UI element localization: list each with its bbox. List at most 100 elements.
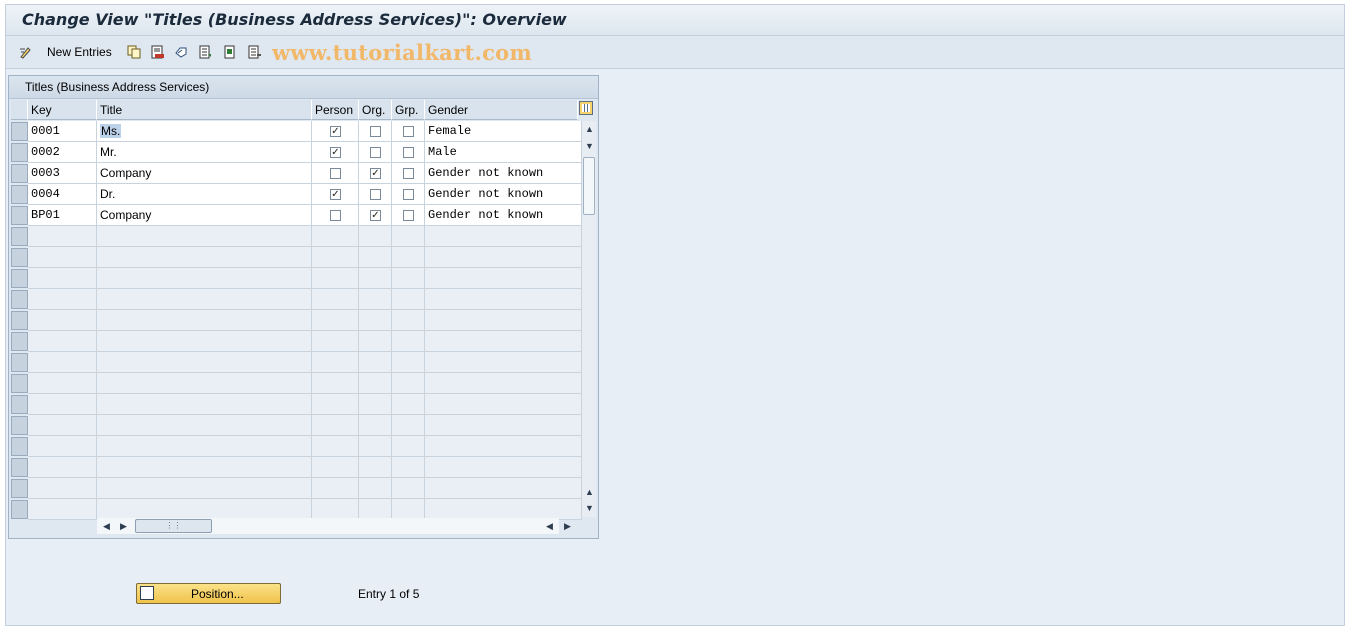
cell-gender[interactable] <box>425 499 582 520</box>
cell-person[interactable] <box>312 499 359 520</box>
row-selector[interactable] <box>11 458 28 477</box>
row-selector[interactable] <box>11 332 28 351</box>
cell-title[interactable]: Dr. <box>97 184 312 205</box>
cell-gender[interactable] <box>425 268 582 289</box>
cell-person[interactable] <box>312 436 359 457</box>
cell-key[interactable]: 0004 <box>28 184 97 205</box>
org-checkbox[interactable] <box>370 189 381 200</box>
column-header-gender[interactable]: Gender <box>425 100 578 120</box>
cell-key[interactable] <box>28 457 97 478</box>
cell-org[interactable] <box>359 289 392 310</box>
person-checkbox[interactable]: ✓ <box>330 189 341 200</box>
cell-person[interactable] <box>312 226 359 247</box>
cell-key[interactable] <box>28 268 97 289</box>
cell-org[interactable] <box>359 478 392 499</box>
cell-grp[interactable] <box>392 331 425 352</box>
cell-key[interactable] <box>28 226 97 247</box>
cell-key[interactable]: 0001 <box>28 121 97 142</box>
row-selector[interactable] <box>11 248 28 267</box>
select-block-icon[interactable] <box>224 45 238 59</box>
row-selector[interactable] <box>11 311 28 330</box>
cell-gender[interactable]: Gender not known <box>425 205 582 226</box>
cell-key[interactable] <box>28 499 97 520</box>
row-selector[interactable] <box>11 500 28 519</box>
cell-gender[interactable] <box>425 352 582 373</box>
person-checkbox[interactable] <box>330 168 341 179</box>
scroll-down-icon[interactable]: ▼ <box>585 141 594 151</box>
cell-person[interactable] <box>312 268 359 289</box>
cell-key[interactable] <box>28 373 97 394</box>
cell-person[interactable] <box>312 394 359 415</box>
row-selector[interactable] <box>11 143 28 162</box>
vertical-scrollbar[interactable]: ▲ ▼ ▲ ▼ <box>582 121 596 517</box>
cell-gender[interactable] <box>425 289 582 310</box>
cell-title[interactable] <box>97 373 312 394</box>
grp-checkbox[interactable] <box>403 210 414 221</box>
cell-person[interactable] <box>312 289 359 310</box>
table-settings-icon[interactable] <box>579 101 593 115</box>
cell-gender[interactable] <box>425 373 582 394</box>
cell-title[interactable] <box>97 478 312 499</box>
cell-key[interactable] <box>28 247 97 268</box>
scroll-left-icon[interactable]: ◀ <box>103 521 110 531</box>
cell-gender[interactable] <box>425 331 582 352</box>
select-all-icon[interactable] <box>199 45 213 59</box>
cell-gender[interactable] <box>425 310 582 331</box>
cell-gender[interactable]: Gender not known <box>425 184 582 205</box>
cell-grp[interactable] <box>392 436 425 457</box>
cell-key[interactable] <box>28 394 97 415</box>
cell-key[interactable] <box>28 478 97 499</box>
grp-checkbox[interactable] <box>403 168 414 179</box>
cell-org[interactable] <box>359 457 392 478</box>
cell-org[interactable] <box>359 352 392 373</box>
cell-key[interactable]: 0002 <box>28 142 97 163</box>
cell-title[interactable] <box>97 331 312 352</box>
cell-title[interactable] <box>97 415 312 436</box>
grp-checkbox[interactable] <box>403 147 414 158</box>
cell-org[interactable] <box>359 226 392 247</box>
scroll-right-end-icon[interactable]: ▶ <box>564 521 571 531</box>
row-selector[interactable] <box>11 164 28 183</box>
grp-checkbox[interactable] <box>403 126 414 137</box>
deselect-all-icon[interactable] <box>248 45 262 59</box>
column-header-person[interactable]: Person <box>312 100 359 120</box>
cell-grp[interactable] <box>392 289 425 310</box>
cell-gender[interactable] <box>425 415 582 436</box>
cell-title[interactable]: Company <box>97 163 312 184</box>
cell-person[interactable] <box>312 478 359 499</box>
column-header-org[interactable]: Org. <box>359 100 392 120</box>
cell-grp[interactable] <box>392 415 425 436</box>
delete-icon[interactable] <box>151 45 165 59</box>
cell-title[interactable]: Ms. <box>97 121 312 142</box>
person-checkbox[interactable]: ✓ <box>330 147 341 158</box>
cell-grp[interactable] <box>392 247 425 268</box>
row-selector[interactable] <box>11 269 28 288</box>
row-selector[interactable] <box>11 206 28 225</box>
cell-org[interactable] <box>359 247 392 268</box>
select-all-rows-header[interactable] <box>11 100 28 120</box>
scroll-page-up-icon[interactable]: ▲ <box>585 487 594 497</box>
row-selector[interactable] <box>11 437 28 456</box>
cell-gender[interactable] <box>425 394 582 415</box>
cell-org[interactable] <box>359 268 392 289</box>
cell-org[interactable] <box>359 436 392 457</box>
cell-person[interactable] <box>312 310 359 331</box>
cell-grp[interactable] <box>392 352 425 373</box>
cell-person[interactable] <box>312 415 359 436</box>
cell-key[interactable]: BP01 <box>28 205 97 226</box>
cell-gender[interactable] <box>425 247 582 268</box>
grp-checkbox[interactable] <box>403 189 414 200</box>
column-header-grp[interactable]: Grp. <box>392 100 425 120</box>
copy-as-icon[interactable] <box>127 45 141 59</box>
scroll-up-icon[interactable]: ▲ <box>585 124 594 134</box>
cell-grp[interactable] <box>392 310 425 331</box>
position-button[interactable]: Position... <box>136 583 281 604</box>
cell-gender[interactable]: Female <box>425 121 582 142</box>
cell-gender[interactable] <box>425 457 582 478</box>
cell-title[interactable]: Mr. <box>97 142 312 163</box>
cell-gender[interactable]: Gender not known <box>425 163 582 184</box>
horizontal-scroll-thumb[interactable]: ⋮⋮ <box>135 519 212 533</box>
row-selector[interactable] <box>11 122 28 141</box>
cell-org[interactable] <box>359 310 392 331</box>
row-selector[interactable] <box>11 479 28 498</box>
